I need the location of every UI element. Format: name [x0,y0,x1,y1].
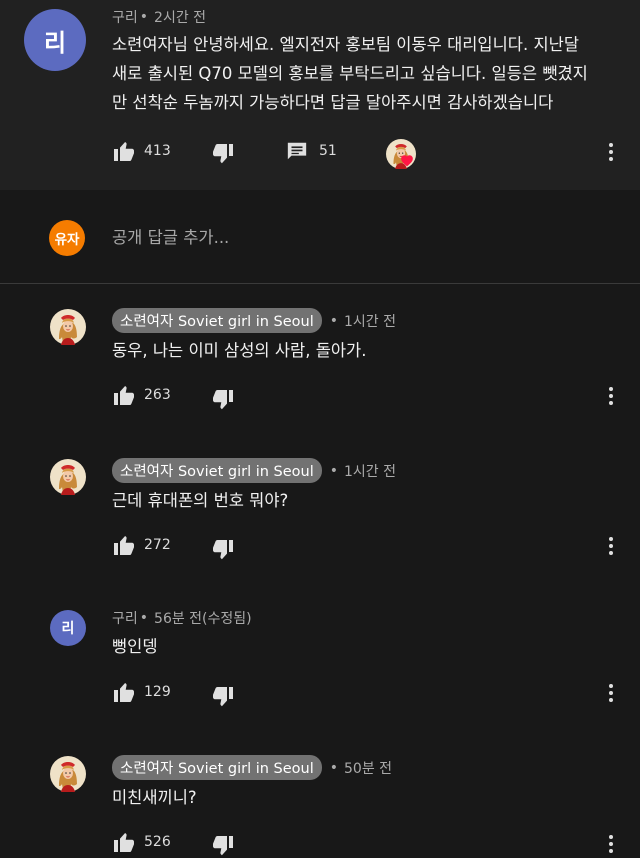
creator-heart-icon [401,155,413,167]
reply-time: 1시간 전 [344,463,397,480]
reply-time: 1시간 전 [344,313,397,330]
reply-time: 50분 전 [344,760,393,777]
thumb-down-icon [213,836,233,856]
like-button[interactable]: 272 [112,533,171,557]
like-count: 526 [144,834,171,850]
like-button[interactable]: 129 [112,680,171,704]
reply-meta: 구리 • 56분 전(수정됨) [112,608,252,628]
thumb-up-icon [114,386,134,405]
more-vert-icon[interactable] [608,684,614,705]
like-button[interactable]: 413 [112,139,171,163]
reply-meta: 소련여자 Soviet girl in Seoul • 1시간 전 [112,458,396,483]
separator-dot: • [139,610,149,626]
comment-time: 2시간 전 [154,10,207,26]
like-button[interactable]: 263 [112,383,171,407]
author-name[interactable]: 구리 [112,7,138,27]
reply-button[interactable]: 51 [286,140,337,162]
soviet-girl-avatar[interactable] [50,756,86,792]
divider [0,283,640,284]
thumb-down-icon [213,540,233,560]
comment-line: 만 선착순 두놈까지 가능하다면 답글 달아주시면 감사하겠습니다 [112,93,554,112]
like-count: 129 [144,684,171,700]
reply-time: 56분 전(수정됨) [154,611,252,627]
reply-input[interactable]: 공개 답글 추가... [112,224,229,248]
thumb-up-icon [114,142,134,161]
dislike-button[interactable] [211,834,235,858]
thumb-up-icon [114,833,134,852]
reply-text: 근데 휴대폰의 번호 뭐야? [112,491,289,510]
thumb-up-icon [114,536,134,555]
creator-heart [386,139,416,169]
soviet-girl-avatar[interactable] [50,459,86,495]
main-comment-avatar[interactable]: 리 [24,9,86,71]
creator-name-chip[interactable]: 소련여자 Soviet girl in Seoul [112,458,322,483]
more-vert-icon[interactable] [608,387,614,408]
dislike-button[interactable] [211,685,235,709]
dislike-button[interactable] [211,538,235,562]
more-vert-icon[interactable] [608,835,614,856]
creator-name-chip[interactable]: 소련여자 Soviet girl in Seoul [112,308,322,333]
thumb-up-icon [114,683,134,702]
dislike-button[interactable] [211,388,235,412]
thumb-down-icon [213,687,233,707]
thumb-down-icon [213,144,233,164]
thumb-down-icon [213,390,233,410]
dislike-button[interactable] [211,142,235,166]
main-comment-meta: 구리 • 2시간 전 [112,7,206,27]
avatar-letter: 리 [61,621,75,637]
like-button[interactable]: 526 [112,830,171,854]
like-count: 263 [144,387,171,403]
reply-meta: 소련여자 Soviet girl in Seoul • 1시간 전 [112,308,396,333]
comment-line: 소련여자님 안녕하세요. 엘지전자 홍보팀 이동우 대리입니다. 지난달 [112,35,579,54]
comment-line: 새로 출시된 Q70 모델의 홍보를 부탁드리고 싶습니다. 일등은 뺏겼지 [112,64,588,83]
more-vert-icon[interactable] [608,143,614,164]
like-count: 272 [144,537,171,553]
avatar-letter: 리 [43,28,67,57]
reply-meta: 소련여자 Soviet girl in Seoul • 50분 전 [112,755,392,780]
avatar-letter: 유자 [54,232,80,248]
user-avatar: 유자 [49,220,85,256]
reply-count: 51 [319,143,337,159]
reply-text: 뻥인뎅 [112,637,158,656]
main-comment-text: 소련여자님 안녕하세요. 엘지전자 홍보팀 이동우 대리입니다. 지난달 새로 … [112,30,612,117]
reply-text: 동우, 나는 이미 삼성의 사람, 돌아가. [112,341,367,360]
more-vert-icon[interactable] [608,537,614,558]
separator-dot: • [329,759,339,776]
author-name[interactable]: 구리 [112,608,138,628]
separator-dot: • [139,9,149,25]
separator-dot: • [329,462,339,479]
creator-name-chip[interactable]: 소련여자 Soviet girl in Seoul [112,755,322,780]
reply-avatar[interactable]: 리 [50,610,86,646]
soviet-girl-avatar[interactable] [50,309,86,345]
separator-dot: • [329,312,339,329]
reply-text: 미친새끼니? [112,788,197,807]
like-count: 413 [144,143,171,159]
comment-icon [287,142,307,160]
